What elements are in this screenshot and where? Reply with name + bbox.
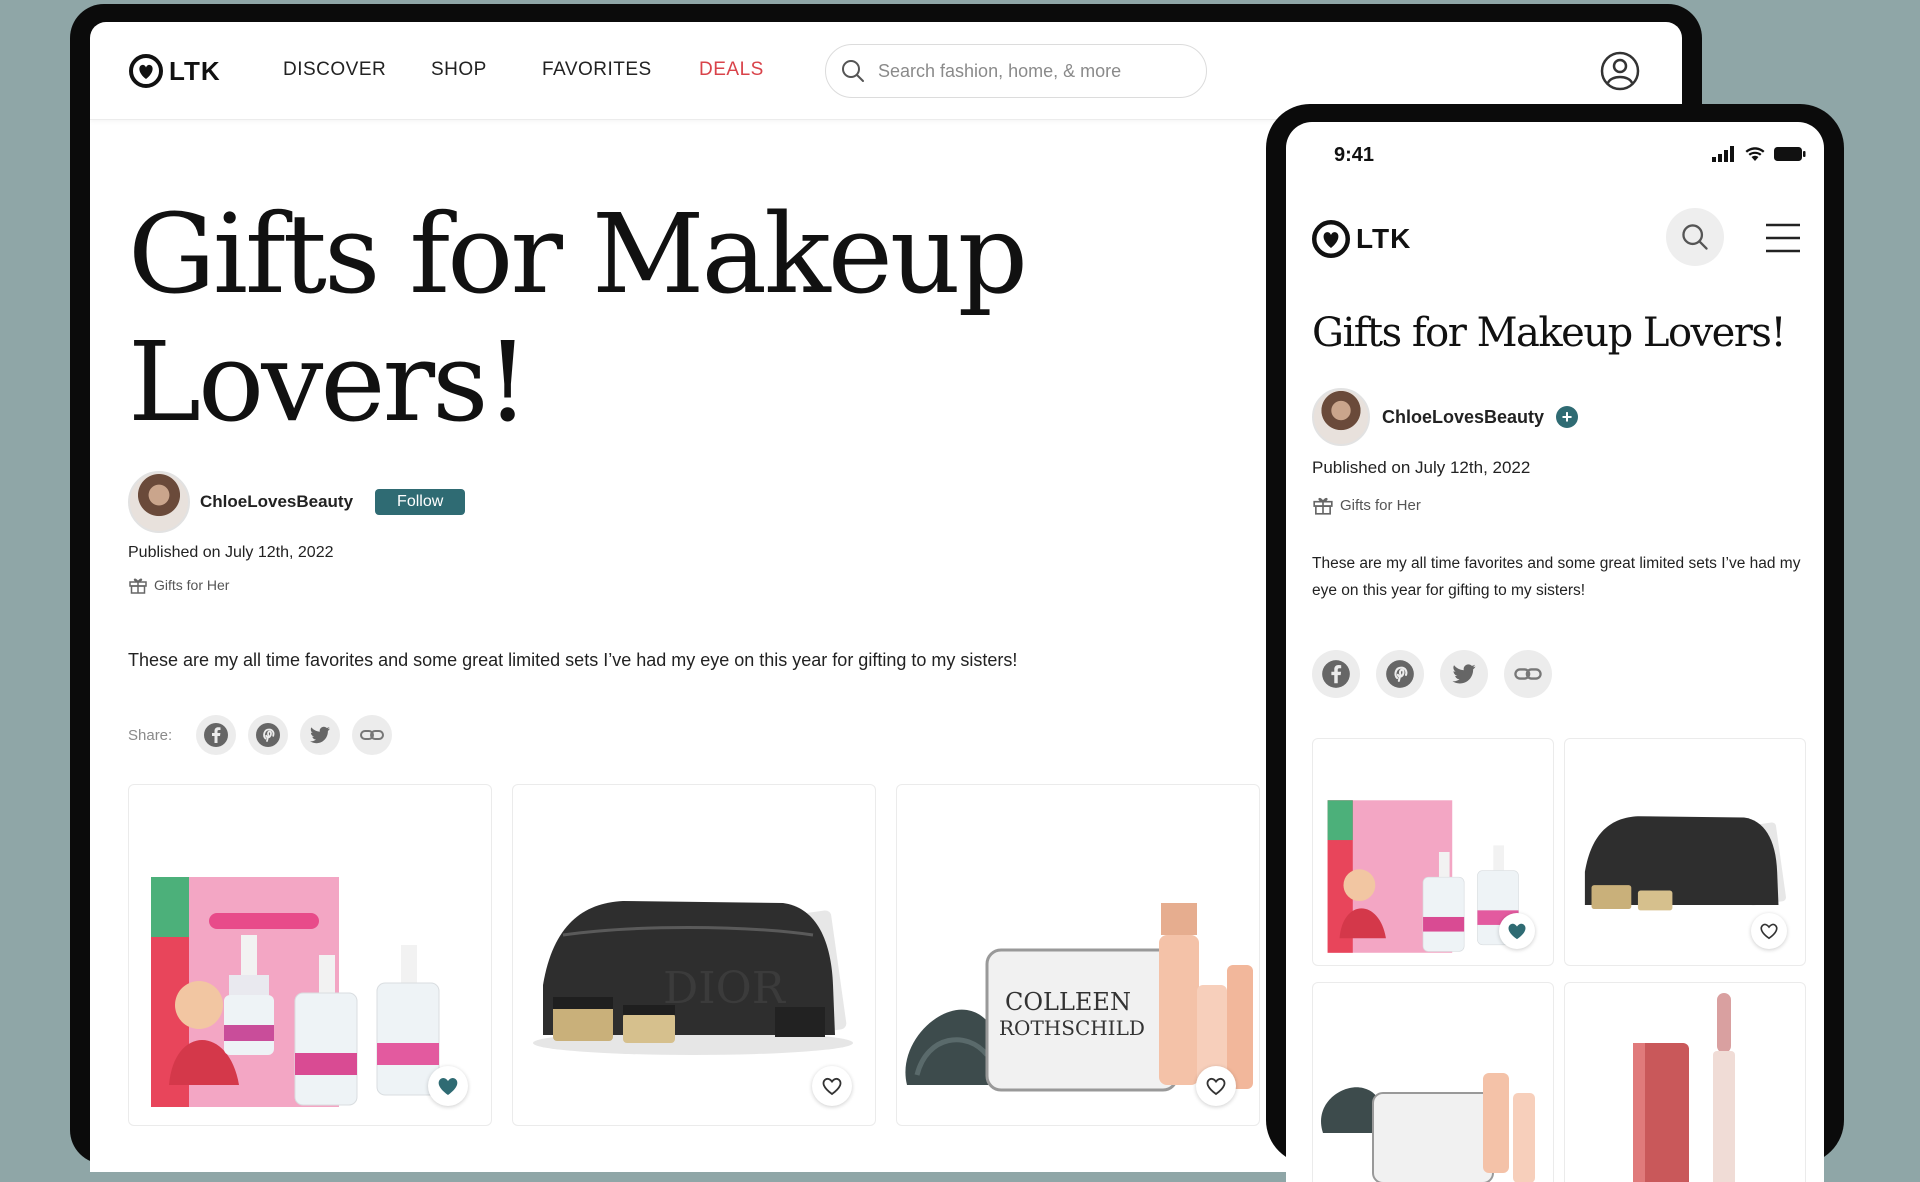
mobile-category-tag[interactable]: Gifts for Her bbox=[1312, 494, 1421, 516]
search-input[interactable] bbox=[876, 59, 1180, 83]
account-button[interactable] bbox=[1600, 51, 1640, 96]
mobile-product-card[interactable] bbox=[1312, 738, 1554, 966]
hamburger-menu-button[interactable] bbox=[1764, 222, 1802, 259]
logo-text: LTK bbox=[169, 55, 221, 86]
post-description: These are my all time favorites and some… bbox=[128, 650, 1018, 670]
svg-text:ROTHSCHILD: ROTHSCHILD bbox=[999, 1016, 1145, 1040]
ltk-heart-logo-icon bbox=[129, 54, 163, 88]
product-image-lip-gloss bbox=[1633, 993, 1735, 1182]
pinterest-icon bbox=[1386, 660, 1414, 688]
nav-link-discover[interactable]: DISCOVER bbox=[283, 59, 386, 81]
menu-icon bbox=[1766, 223, 1800, 253]
product-card[interactable] bbox=[128, 784, 492, 1126]
share-copy-link-button[interactable] bbox=[1504, 650, 1552, 698]
svg-text:COLLEEN: COLLEEN bbox=[1005, 988, 1131, 1016]
share-facebook-button[interactable] bbox=[196, 715, 237, 755]
share-row: Share: bbox=[128, 715, 393, 755]
status-bar-icons bbox=[1712, 146, 1806, 162]
favorite-button[interactable] bbox=[812, 1066, 852, 1106]
link-icon bbox=[1514, 668, 1542, 680]
facebook-icon bbox=[204, 723, 229, 747]
mobile-screen: 9:41 LTK Gifts for Makeup Lovers! ChloeL… bbox=[1286, 122, 1824, 1182]
mobile-device-frame: 9:41 LTK Gifts for Makeup Lovers! ChloeL… bbox=[1266, 104, 1844, 1182]
svg-text:DIOR: DIOR bbox=[663, 963, 787, 1014]
wifi-icon bbox=[1745, 147, 1765, 161]
share-facebook-button[interactable] bbox=[1312, 650, 1360, 698]
category-tag[interactable]: Gifts for Her bbox=[128, 575, 229, 595]
product-card[interactable]: DIOR bbox=[512, 784, 876, 1126]
mobile-product-card[interactable] bbox=[1564, 982, 1806, 1182]
nav-link-favorites[interactable]: FAVORITES bbox=[542, 59, 652, 81]
mobile-ltk-logo[interactable]: LTK bbox=[1312, 220, 1411, 258]
search-icon bbox=[842, 60, 864, 82]
author-row: ChloeLovesBeauty Follow bbox=[128, 471, 466, 533]
nav-link-shop[interactable]: SHOP bbox=[431, 59, 487, 81]
follow-button[interactable]: Follow bbox=[375, 489, 466, 515]
product-image-clear-bag-set bbox=[1321, 1073, 1535, 1182]
mobile-product-card[interactable] bbox=[1564, 738, 1806, 966]
author-avatar[interactable] bbox=[128, 471, 190, 533]
cellular-signal-icon bbox=[1712, 146, 1734, 162]
heart-outline-icon bbox=[1206, 1077, 1226, 1096]
share-label: Share: bbox=[128, 726, 173, 744]
gift-icon bbox=[1313, 497, 1333, 515]
twitter-icon bbox=[310, 726, 331, 744]
favorite-button[interactable] bbox=[428, 1066, 468, 1106]
category-tag-label: Gifts for Her bbox=[154, 577, 230, 593]
favorite-button[interactable] bbox=[1196, 1066, 1236, 1106]
mobile-share-row bbox=[1312, 650, 1552, 698]
share-pinterest-button[interactable] bbox=[248, 715, 289, 755]
status-bar-time: 9:41 bbox=[1334, 144, 1375, 166]
share-twitter-button[interactable] bbox=[300, 715, 341, 755]
product-card[interactable]: COLLEEN ROTHSCHILD bbox=[896, 784, 1260, 1126]
search-bar[interactable] bbox=[825, 44, 1207, 98]
share-twitter-button[interactable] bbox=[1440, 650, 1488, 698]
heart-outline-icon bbox=[822, 1077, 842, 1096]
facebook-icon bbox=[1322, 660, 1350, 688]
search-icon bbox=[1682, 224, 1708, 250]
category-tag-label: Gifts for Her bbox=[1340, 496, 1421, 514]
mobile-product-card[interactable] bbox=[1312, 982, 1554, 1182]
author-name[interactable]: ChloeLovesBeauty bbox=[200, 492, 353, 512]
follow-plus-button[interactable]: + bbox=[1556, 406, 1579, 428]
nav-link-deals[interactable]: DEALS bbox=[699, 59, 764, 81]
author-name[interactable]: ChloeLovesBeauty bbox=[1382, 407, 1544, 428]
heart-filled-icon bbox=[1508, 923, 1526, 940]
mobile-page-title: Gifts for Makeup Lovers! bbox=[1312, 310, 1787, 356]
gift-icon bbox=[129, 578, 147, 594]
twitter-icon bbox=[1452, 664, 1476, 684]
heart-outline-icon bbox=[1760, 923, 1778, 940]
page-title: Gifts for Makeup Lovers! bbox=[128, 190, 1028, 446]
published-date: Published on July 12th, 2022 bbox=[128, 544, 334, 561]
pinterest-icon bbox=[256, 723, 281, 747]
battery-icon bbox=[1774, 147, 1806, 161]
ltk-heart-logo-icon bbox=[1312, 220, 1350, 258]
mobile-post-description: These are my all time favorites and some… bbox=[1312, 555, 1801, 599]
author-avatar[interactable] bbox=[1312, 388, 1370, 446]
favorite-button[interactable] bbox=[1499, 913, 1535, 949]
share-copy-link-button[interactable] bbox=[352, 715, 393, 755]
link-icon bbox=[360, 730, 385, 740]
user-account-icon bbox=[1600, 51, 1640, 91]
logo-text: LTK bbox=[1356, 223, 1412, 254]
share-pinterest-button[interactable] bbox=[1376, 650, 1424, 698]
favorite-button[interactable] bbox=[1751, 913, 1787, 949]
heart-filled-icon bbox=[438, 1077, 458, 1095]
mobile-published-date: Published on July 12th, 2022 bbox=[1312, 458, 1531, 477]
mobile-author-row: ChloeLovesBeauty + bbox=[1312, 388, 1579, 446]
mobile-search-button[interactable] bbox=[1666, 208, 1724, 266]
ltk-logo[interactable]: LTK bbox=[129, 54, 221, 88]
